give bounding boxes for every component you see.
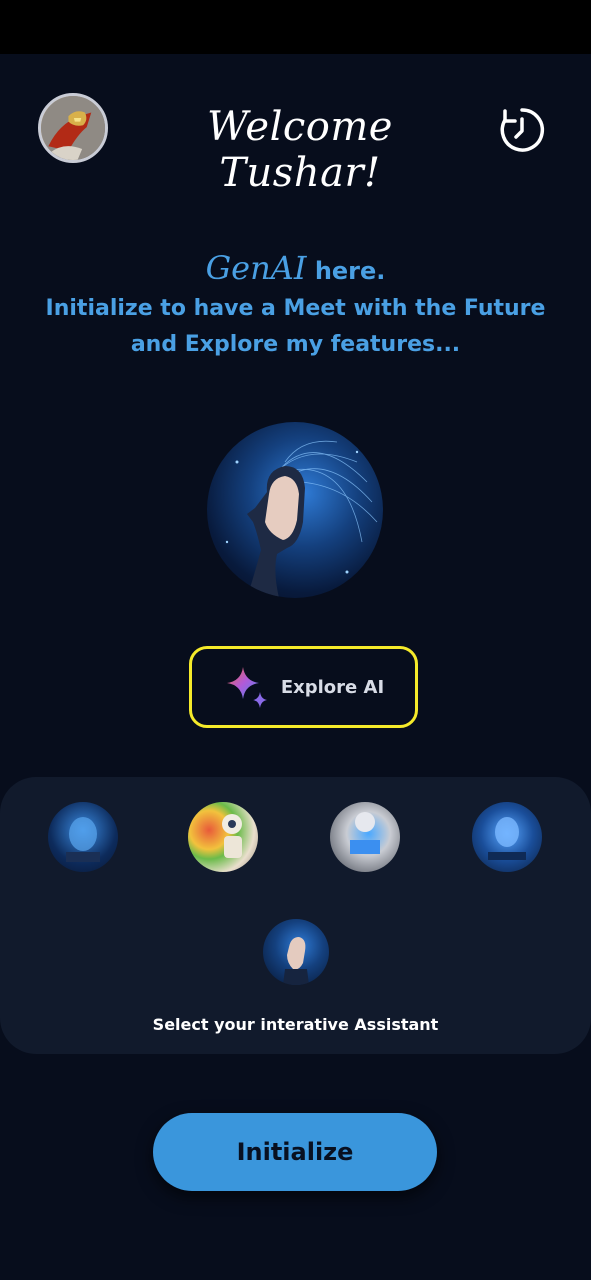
intro-text: GenAI here. Initialize to have a Meet wi… [20,248,571,363]
ai-woman-portrait [225,440,378,598]
explore-ai-button[interactable]: Explore AI [189,646,418,728]
user-avatar[interactable] [38,93,108,163]
intro-headline: GenAI here. [20,248,571,291]
assistant-option-4[interactable] [472,802,542,872]
here-label: here. [314,257,386,285]
clock-history-icon [500,108,545,152]
assistant-option-3[interactable] [330,802,400,872]
sparkle-icon [226,667,267,708]
ai-woman-assistant-icon [283,937,309,985]
status-bar [0,0,591,54]
explore-ai-label: Explore AI [280,676,385,698]
cyber-head-assistant-icon [66,817,100,862]
assistant-option-2[interactable] [188,802,258,872]
intro-line-2: Initialize to have a Meet with the Futur… [45,296,546,321]
iron-man-avatar-icon [41,96,105,160]
assistant-caption: Select your interative Assistant [152,1015,439,1034]
robot-laptop-assistant-icon [350,812,380,854]
welcome-title: Welcome Tushar! [207,104,393,196]
assistant-panel: Select your interative Assistant [0,777,591,1054]
assistant-option-1[interactable] [48,802,118,872]
ai-hero-image [207,422,383,598]
blue-robot-assistant-icon [488,817,526,860]
intro-line-3: and Explore my features... [130,332,461,357]
initialize-button[interactable]: Initialize [153,1113,437,1191]
genai-label: GenAI [205,249,307,287]
painter-robot-assistant-icon [222,814,242,858]
history-button[interactable] [497,105,547,155]
assistant-option-5[interactable] [263,919,329,985]
